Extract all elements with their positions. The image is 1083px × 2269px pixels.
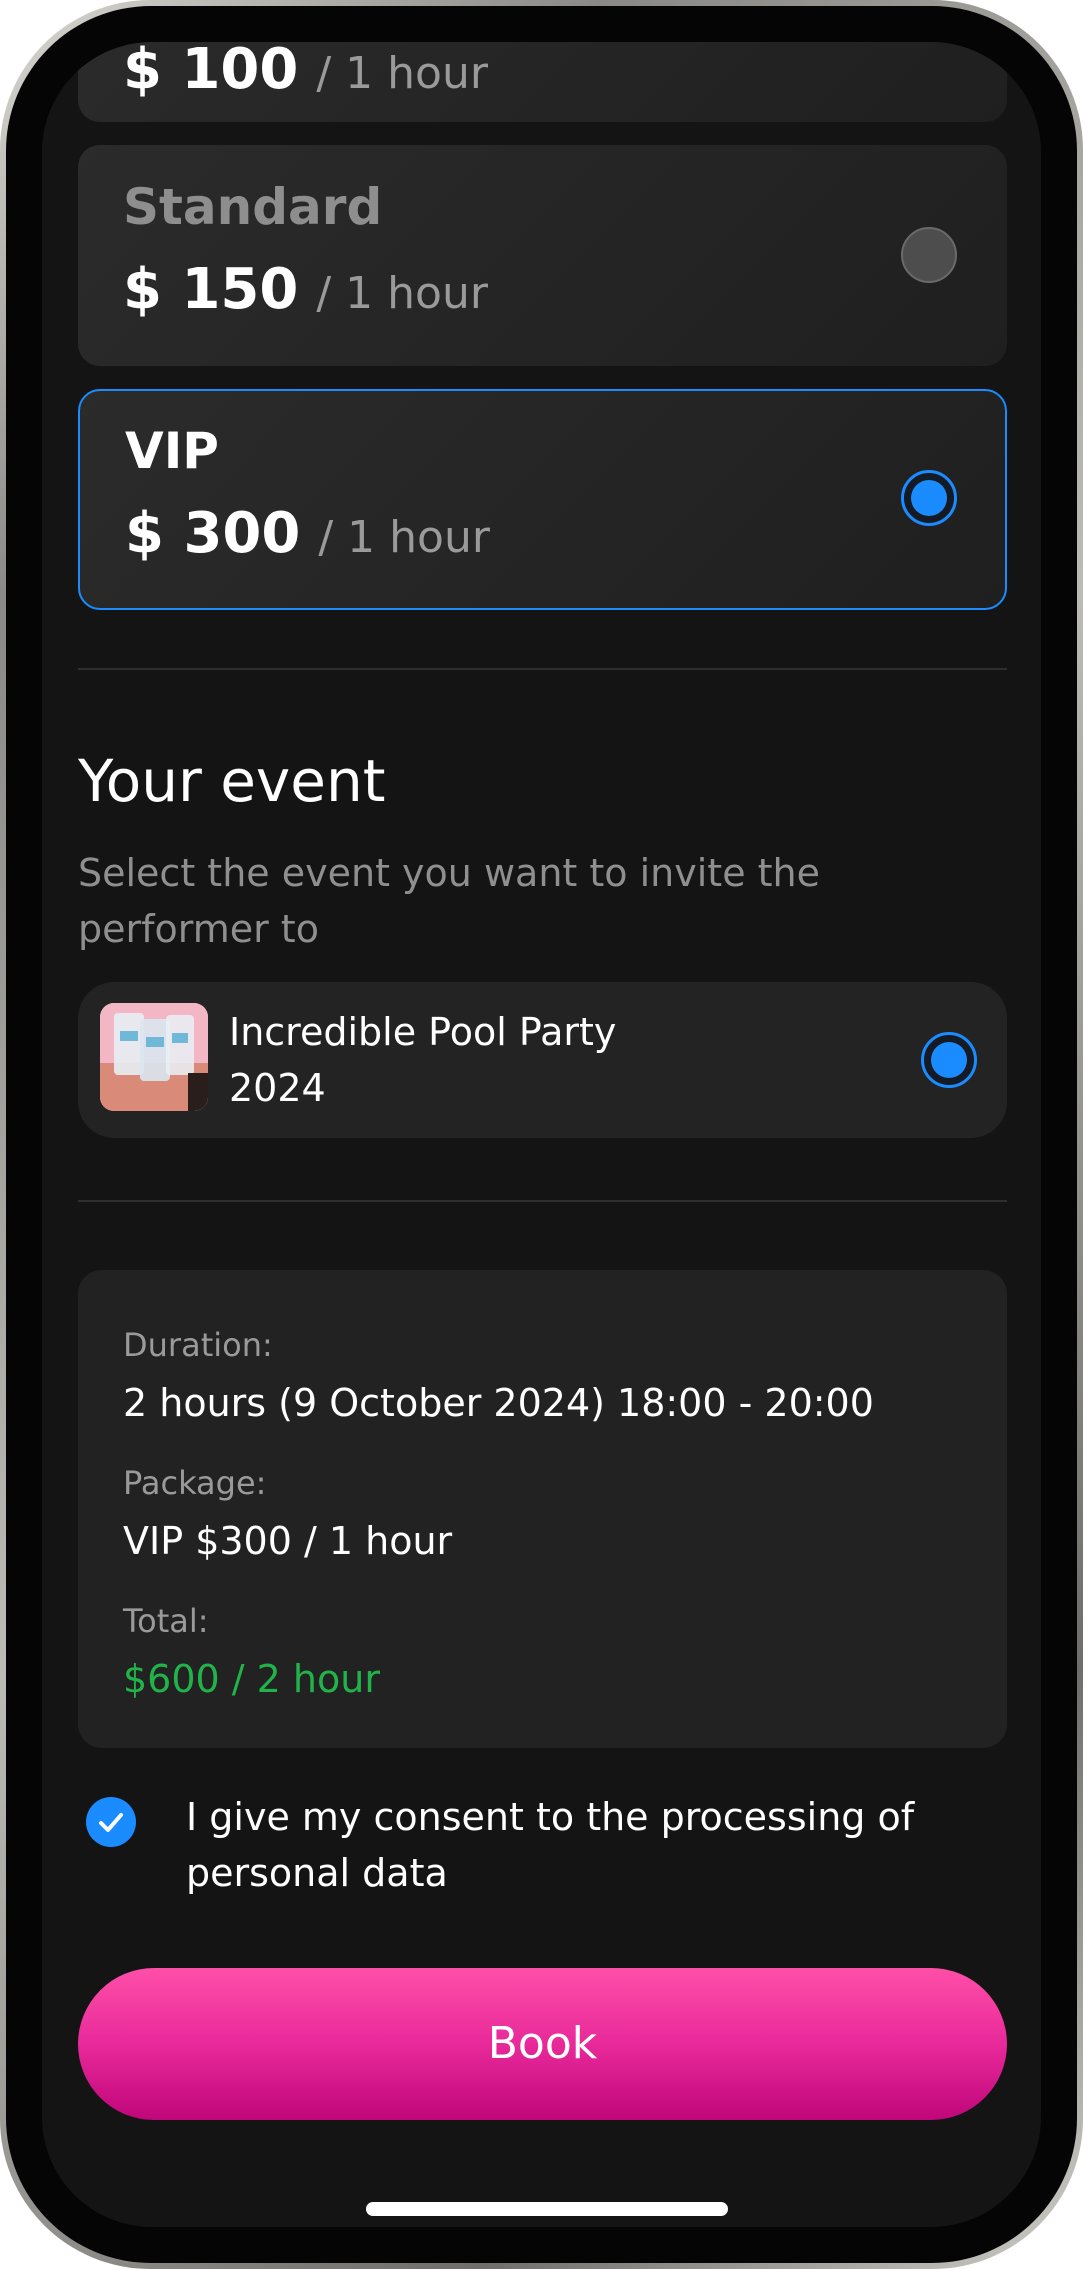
- package-price-unit: / 1 hour: [316, 268, 488, 319]
- package-label: Package:: [123, 1464, 267, 1502]
- phone-frame: $ 100/ 1 hour Standard $ 150/ 1 hour VIP…: [0, 0, 1083, 2269]
- package-price: $ 300/ 1 hour: [125, 506, 490, 562]
- package-price-amount: $ 150: [123, 257, 299, 322]
- your-event-title: Your event: [78, 747, 386, 815]
- event-option-card[interactable]: Incredible Pool Party 2024: [78, 982, 1007, 1138]
- book-button[interactable]: Book: [78, 1968, 1007, 2120]
- package-price-unit: / 1 hour: [316, 48, 488, 99]
- phone-bezel: $ 100/ 1 hour Standard $ 150/ 1 hour VIP…: [6, 6, 1077, 2263]
- package-price: $ 100/ 1 hour: [123, 42, 488, 98]
- package-radio-standard[interactable]: [901, 227, 957, 283]
- consent-checkbox[interactable]: [86, 1797, 136, 1847]
- package-price-unit: / 1 hour: [318, 512, 490, 563]
- event-name: Incredible Pool Party 2024: [229, 1010, 617, 1110]
- package-value: VIP $300 / 1 hour: [123, 1519, 453, 1563]
- event-thumbnail-image: [100, 1003, 208, 1111]
- your-event-subtitle: Select the event you want to invite the …: [78, 851, 821, 951]
- package-name: VIP: [125, 422, 219, 480]
- package-card-basic[interactable]: $ 100 / 1 hour: [78, 42, 1007, 122]
- section-divider: [78, 668, 1007, 670]
- booking-summary-card: Duration: 2 hours (9 October 2024) 18:00…: [78, 1270, 1007, 1748]
- section-divider: [78, 1200, 1007, 1202]
- consent-text: I give my consent to the processing of p…: [186, 1795, 915, 1895]
- duration-value: 2 hours (9 October 2024) 18:00 - 20:00: [123, 1381, 874, 1425]
- package-price-amount: $ 300: [125, 501, 301, 566]
- home-indicator: [366, 2202, 728, 2216]
- event-radio[interactable]: [921, 1032, 977, 1088]
- total-value: $600 / 2 hour: [123, 1657, 380, 1701]
- package-price-amount: $ 100: [123, 42, 299, 102]
- package-card-vip[interactable]: VIP $ 300/ 1 hour: [78, 389, 1007, 610]
- duration-label: Duration:: [123, 1326, 273, 1364]
- total-label: Total:: [123, 1602, 209, 1640]
- screen: $ 100/ 1 hour Standard $ 150/ 1 hour VIP…: [42, 42, 1041, 2227]
- check-icon: [99, 1813, 123, 1832]
- package-name: Standard: [123, 178, 383, 236]
- package-price: $ 150/ 1 hour: [123, 262, 488, 318]
- package-card-standard[interactable]: Standard $ 150/ 1 hour: [78, 145, 1007, 366]
- package-radio-vip[interactable]: [901, 470, 957, 526]
- event-thumbnail-graphic: [100, 1003, 208, 1111]
